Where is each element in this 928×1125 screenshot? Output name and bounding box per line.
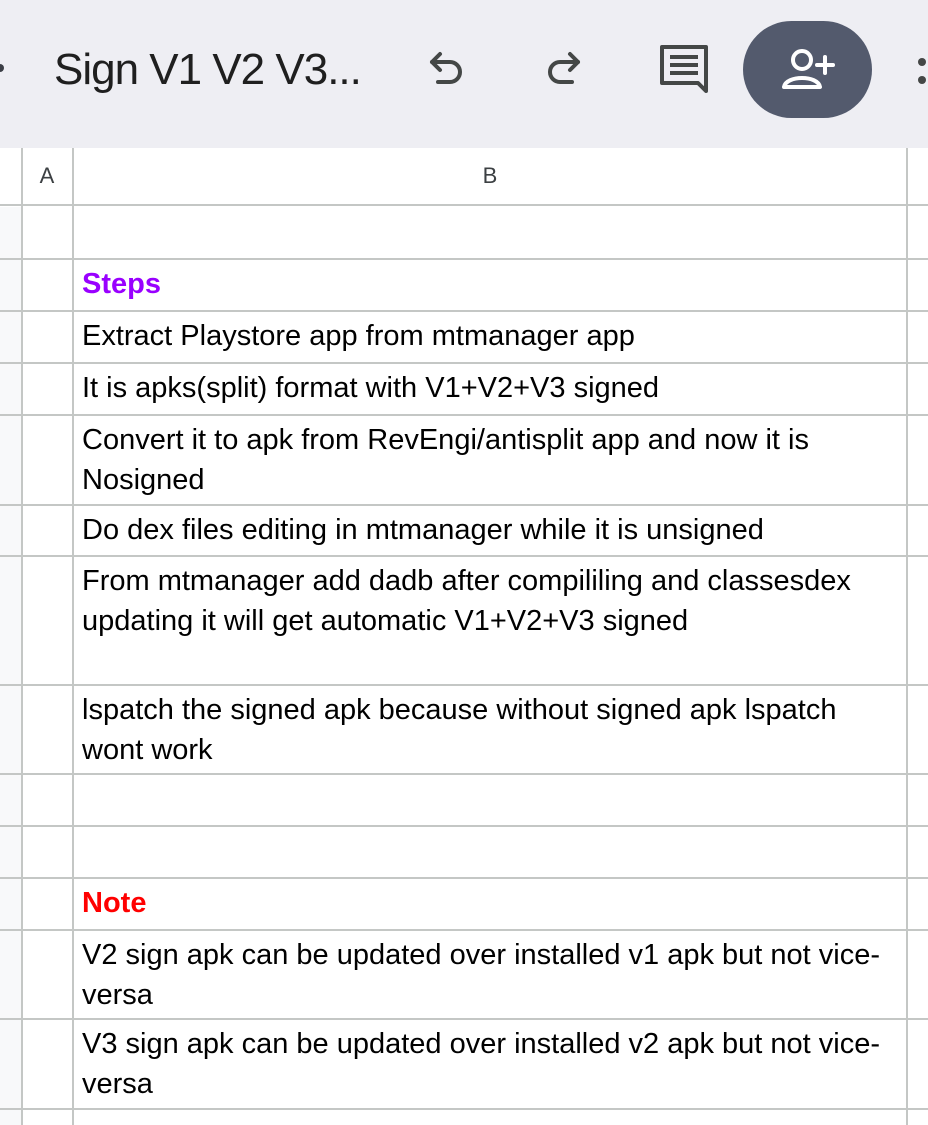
undo-icon (430, 52, 462, 84)
sheet-row: Convert it to apk from RevEngi/antisplit… (0, 416, 928, 506)
cell-b-note-heading[interactable]: Note (82, 879, 902, 923)
add-person-icon (781, 48, 835, 89)
redo-icon (548, 52, 580, 84)
comment-icon (660, 45, 708, 93)
redo-button[interactable] (534, 38, 594, 98)
cell-b[interactable]: From mtmanager add dadb after compililin… (82, 557, 902, 641)
sheet-row: It is apks(split) format with V1+V2+V3 s… (0, 364, 928, 416)
more-vert-icon (918, 58, 926, 66)
sheet-grid[interactable]: A B Steps Extract Playstore app from mtm… (0, 148, 928, 1125)
sheet-row: V2 sign apk can be updated over installe… (0, 931, 928, 1020)
comment-button[interactable] (654, 38, 714, 98)
column-header-c[interactable] (907, 148, 928, 206)
cell-b[interactable]: It is apks(split) format with V1+V2+V3 s… (82, 364, 902, 408)
cell-b[interactable]: Do dex files editing in mtmanager while … (82, 506, 902, 550)
back-icon[interactable] (0, 64, 4, 72)
grid-line-left (21, 148, 23, 1125)
sheet-row: From mtmanager add dadb after compililin… (0, 557, 928, 686)
grid-line-a-b (72, 148, 74, 1125)
cell-b[interactable]: Convert it to apk from RevEngi/antisplit… (82, 416, 902, 500)
spreadsheet-app: Sign V1 V2 V3... A B Steps Extract Plays… (0, 0, 928, 1125)
corner-cell[interactable] (0, 148, 21, 206)
sheet-row: V3 sign apk can be updated over installe… (0, 1020, 928, 1110)
cell-b[interactable]: V3 sign apk can be updated over installe… (82, 1020, 902, 1104)
share-button[interactable] (743, 21, 872, 118)
cell-b[interactable]: lspatch the signed apk because without s… (82, 686, 902, 770)
undo-button[interactable] (416, 38, 476, 98)
document-title[interactable]: Sign V1 V2 V3... (54, 40, 362, 100)
column-header-a[interactable]: A (21, 148, 73, 206)
grid-line-b-c (906, 148, 908, 1125)
sheet-row: Note (0, 879, 928, 931)
more-options-button[interactable] (912, 46, 928, 96)
cell-b[interactable]: Extract Playstore app from mtmanager app (82, 312, 902, 356)
sheet-row (0, 827, 928, 879)
top-toolbar: Sign V1 V2 V3... (0, 0, 928, 148)
cell-b-steps-heading[interactable]: Steps (82, 260, 902, 304)
cell-b[interactable] (82, 207, 902, 211)
sheet-row (0, 207, 928, 260)
sheet-row: Steps (0, 260, 928, 312)
sheet-row: Extract Playstore app from mtmanager app (0, 312, 928, 364)
column-headers: A B (0, 148, 928, 207)
sheet-row (0, 775, 928, 827)
cell-b[interactable]: V2 sign apk can be updated over installe… (82, 931, 902, 1015)
sheet-row: Do dex files editing in mtmanager while … (0, 506, 928, 557)
column-header-b[interactable]: B (73, 148, 907, 206)
sheet-row: lspatch the signed apk because without s… (0, 686, 928, 775)
cell-b[interactable] (82, 827, 902, 831)
cell-b[interactable] (82, 775, 902, 779)
